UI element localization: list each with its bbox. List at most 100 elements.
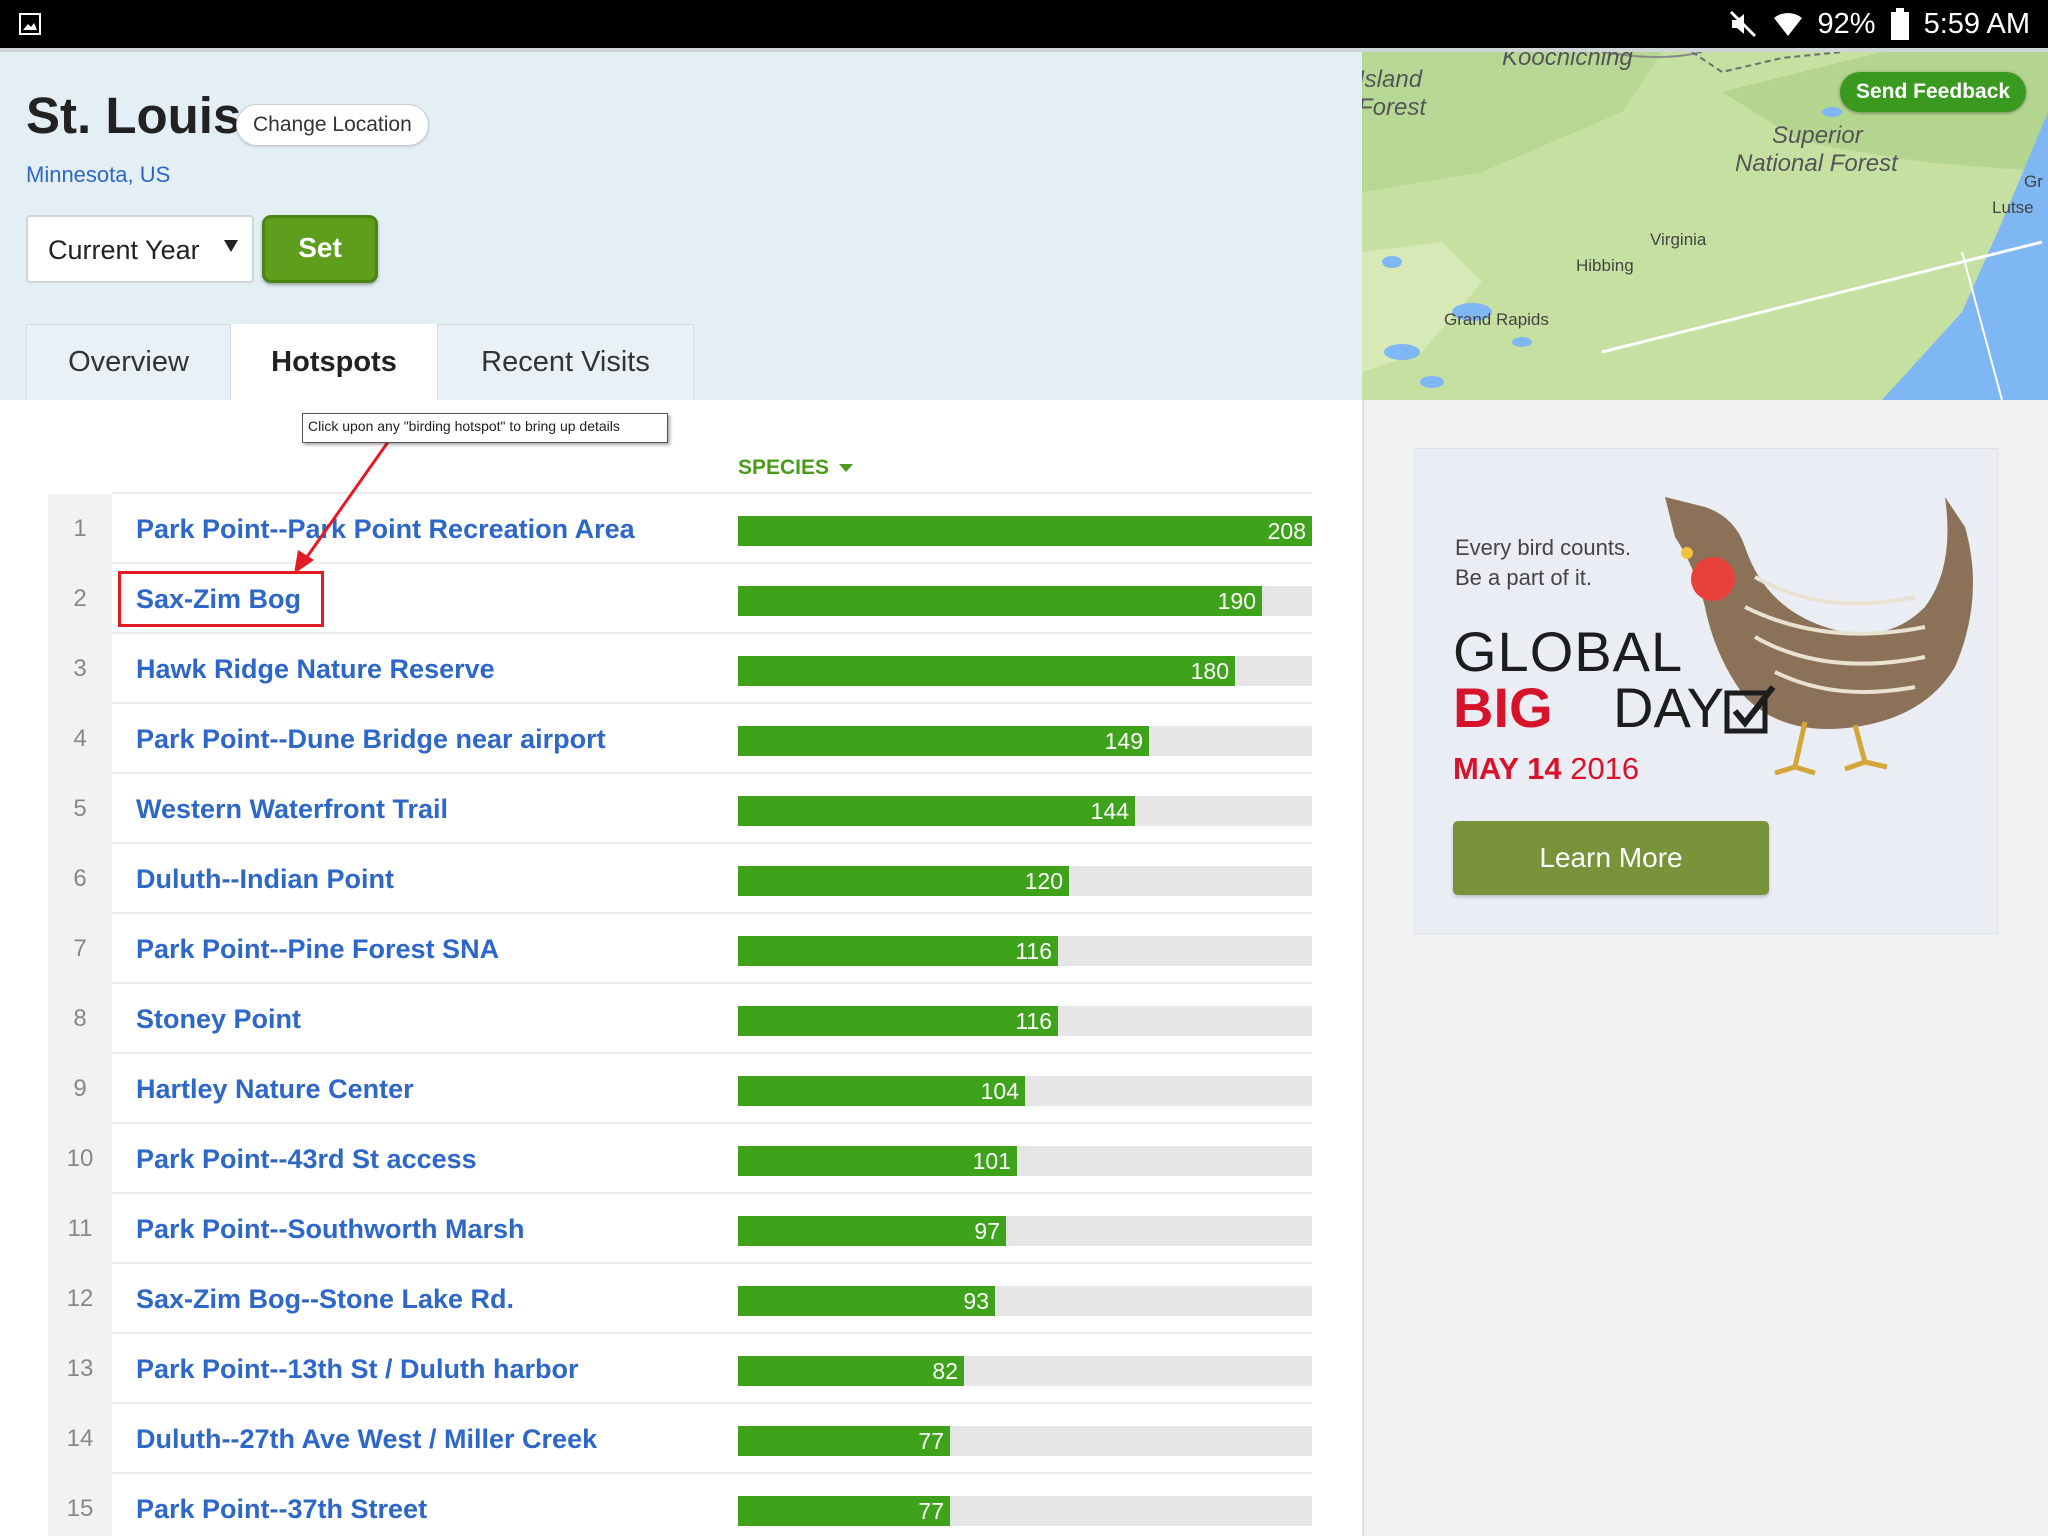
- rank-number: 14: [48, 1404, 112, 1474]
- location-header: St. Louis Change Location Minnesota, US …: [0, 52, 1362, 400]
- hotspot-link[interactable]: Park Point--Southworth Marsh: [136, 1194, 525, 1264]
- status-right: 92% 5:59 AM: [1728, 0, 2030, 48]
- learn-more-button[interactable]: Learn More: [1453, 821, 1769, 895]
- species-bar-track: 144: [738, 796, 1312, 826]
- species-bar-track: 180: [738, 656, 1312, 686]
- species-count: 116: [1015, 938, 1052, 964]
- hotspot-link[interactable]: Park Point--13th St / Duluth harbor: [136, 1334, 579, 1404]
- gallery-icon: [19, 13, 41, 35]
- table-row: 8 Stoney Point 116: [48, 984, 1312, 1054]
- table-row: 11 Park Point--Southworth Marsh 97: [48, 1194, 1312, 1264]
- table-row: 12 Sax-Zim Bog--Stone Lake Rd. 93: [48, 1264, 1312, 1334]
- species-count: 208: [1267, 518, 1306, 544]
- species-count: 77: [918, 1498, 944, 1524]
- hotspot-link[interactable]: Park Point--Pine Forest SNA: [136, 914, 499, 984]
- species-bar-track: 149: [738, 726, 1312, 756]
- location-subtitle-link[interactable]: Minnesota, US: [26, 162, 170, 188]
- rank-number: 2: [48, 564, 112, 634]
- rank-number: 3: [48, 634, 112, 704]
- species-bar-track: 77: [738, 1426, 1312, 1456]
- species-bar-track: 190: [738, 586, 1312, 616]
- species-sort-header[interactable]: SPECIES: [738, 456, 854, 480]
- species-bar-track: 116: [738, 1006, 1312, 1036]
- table-row: 9 Hartley Nature Center 104: [48, 1054, 1312, 1124]
- species-bar-track: 82: [738, 1356, 1312, 1386]
- mute-icon: [1728, 9, 1758, 39]
- map-label: Grand Rapids: [1444, 310, 1549, 329]
- map-label: Superior: [1772, 122, 1863, 149]
- hotspot-link[interactable]: Park Point--Dune Bridge near airport: [136, 704, 606, 774]
- ad-date-year: 2016: [1570, 751, 1640, 786]
- clock: 5:59 AM: [1923, 7, 2030, 40]
- hotspot-link[interactable]: Western Waterfront Trail: [136, 774, 448, 844]
- table-row: 5 Western Waterfront Trail 144: [48, 774, 1312, 844]
- hotspot-link[interactable]: Duluth--27th Ave West / Miller Creek: [136, 1404, 597, 1474]
- ad-headline-day: DAY: [1613, 676, 1724, 739]
- rank-number: 5: [48, 774, 112, 844]
- hotspot-link[interactable]: Park Point--43rd St access: [136, 1124, 477, 1194]
- hotspot-link[interactable]: Hartley Nature Center: [136, 1054, 414, 1124]
- change-location-button[interactable]: Change Location: [236, 104, 429, 146]
- global-big-day-ad[interactable]: Every bird counts. Be a part of it. GLOB…: [1414, 448, 1998, 934]
- hotspot-link[interactable]: Hawk Ridge Nature Reserve: [136, 634, 495, 704]
- map-label: Koochiching: [1502, 52, 1633, 71]
- species-bar-track: 120: [738, 866, 1312, 896]
- send-feedback-button[interactable]: Send Feedback: [1840, 72, 2027, 112]
- map-label: Virginia: [1650, 230, 1707, 249]
- rank-number: 12: [48, 1264, 112, 1334]
- table-row: 3 Hawk Ridge Nature Reserve 180: [48, 634, 1312, 704]
- tab-overview[interactable]: Overview: [26, 324, 231, 400]
- tab-bar: Overview Hotspots Recent Visits: [26, 324, 694, 400]
- hotspot-link[interactable]: Duluth--Indian Point: [136, 844, 394, 914]
- year-select[interactable]: Current Year: [26, 215, 254, 283]
- species-count: 104: [980, 1078, 1019, 1104]
- map-label: National Forest: [1735, 150, 1898, 177]
- rank-number: 1: [48, 494, 112, 564]
- rank-number: 15: [48, 1474, 112, 1536]
- year-select-value: Current Year: [48, 235, 200, 265]
- species-count: 101: [972, 1148, 1011, 1174]
- hotspot-link[interactable]: Sax-Zim Bog--Stone Lake Rd.: [136, 1264, 514, 1334]
- table-row: 7 Park Point--Pine Forest SNA 116: [48, 914, 1312, 984]
- hotspot-table: 1 Park Point--Park Point Recreation Area 2…: [48, 494, 1312, 1536]
- annotation-arrow-icon: [294, 441, 390, 574]
- species-count: 180: [1190, 658, 1229, 684]
- species-count: 144: [1090, 798, 1129, 824]
- table-row: 4 Park Point--Dune Bridge near airport 149: [48, 704, 1312, 774]
- rank-number: 13: [48, 1334, 112, 1404]
- species-bar-track: 101: [738, 1146, 1312, 1176]
- tab-recent-visits[interactable]: Recent Visits: [437, 324, 694, 400]
- species-count: 97: [974, 1218, 1000, 1244]
- battery-percent: 92%: [1817, 7, 1876, 40]
- species-bar-track: 97: [738, 1216, 1312, 1246]
- checkbox-check-icon: [1724, 685, 1776, 734]
- rank-number: 10: [48, 1124, 112, 1194]
- table-row: 10 Park Point--43rd St access 101: [48, 1124, 1312, 1194]
- table-row: 6 Duluth--Indian Point 120: [48, 844, 1312, 914]
- species-bar-track: 208: [738, 516, 1312, 546]
- rank-number: 4: [48, 704, 112, 774]
- dropdown-caret-icon: [224, 240, 238, 252]
- map-label: Hibbing: [1576, 256, 1634, 275]
- map-label: Island: [1362, 66, 1423, 93]
- species-bar-track: 104: [738, 1076, 1312, 1106]
- species-count: 149: [1104, 728, 1143, 754]
- ad-headline-big: BIG: [1453, 676, 1553, 739]
- species-count: 77: [918, 1428, 944, 1454]
- species-count: 120: [1024, 868, 1063, 894]
- species-bar-track: 93: [738, 1286, 1312, 1316]
- species-bar-track: 116: [738, 936, 1312, 966]
- map-label: Lutse: [1992, 198, 2034, 217]
- rank-number: 8: [48, 984, 112, 1054]
- hotspot-link[interactable]: Stoney Point: [136, 984, 301, 1054]
- ad-date: MAY 14 2016: [1453, 751, 1639, 787]
- map-label: Gr: [2024, 172, 2043, 191]
- set-button[interactable]: Set: [262, 215, 378, 283]
- rank-number: 6: [48, 844, 112, 914]
- battery-icon: [1890, 8, 1910, 40]
- ad-tagline: Be a part of it.: [1455, 565, 1592, 590]
- species-count: 116: [1015, 1008, 1052, 1034]
- tab-hotspots[interactable]: Hotspots: [231, 324, 437, 400]
- rank-number: 7: [48, 914, 112, 984]
- hotspot-link[interactable]: Park Point--37th Street: [136, 1474, 427, 1536]
